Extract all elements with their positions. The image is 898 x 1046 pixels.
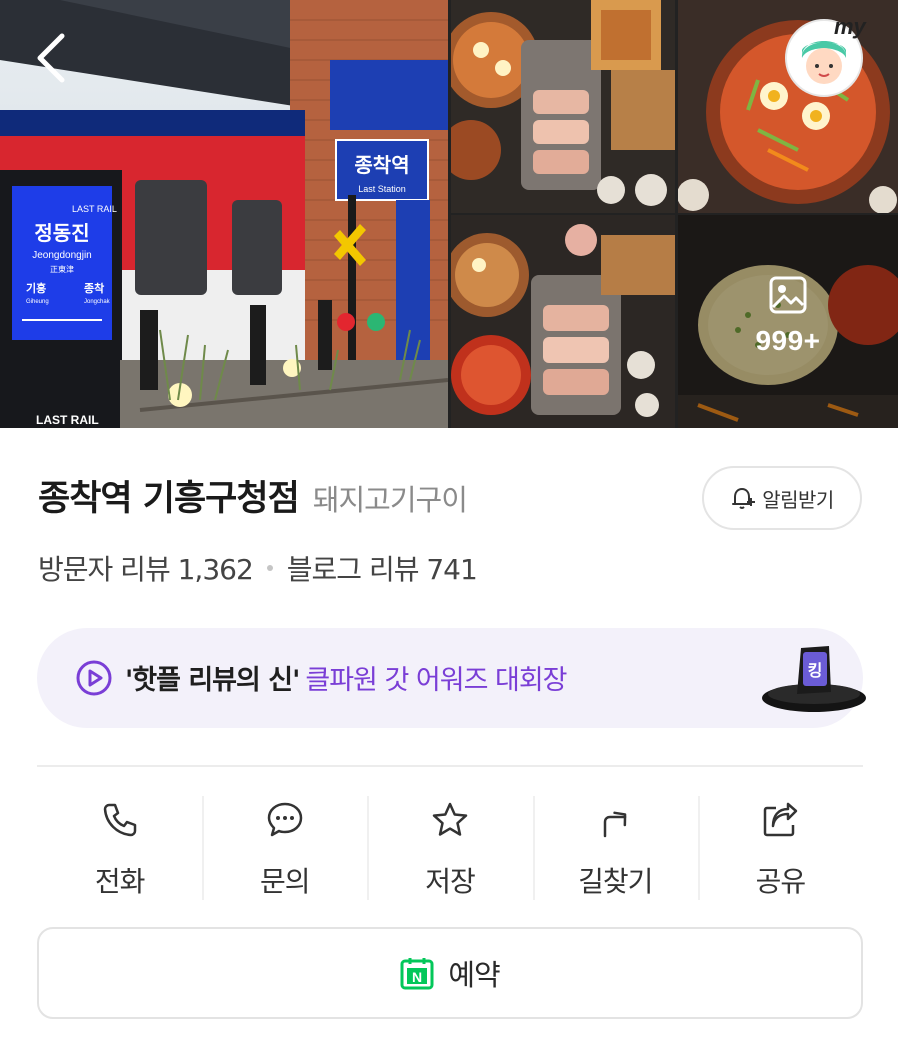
- save-button[interactable]: 저장: [367, 794, 532, 902]
- phone-icon: [103, 803, 136, 837]
- promo-strong-text: '핫플 리뷰의 신': [125, 665, 300, 696]
- my-badge-label: my: [834, 14, 866, 39]
- board-right: 종착: [84, 281, 104, 295]
- footer-brand: LAST RAIL: [36, 413, 99, 427]
- award-hat-icon: 킹: [762, 646, 866, 712]
- image-icon: [769, 276, 807, 314]
- directions-label: 길찾기: [578, 865, 653, 898]
- more-photos-indicator: 999+: [678, 275, 898, 357]
- call-button[interactable]: 전화: [37, 794, 202, 902]
- board-station-en: Jeongdongjin: [32, 250, 92, 261]
- visitor-review-link[interactable]: 방문자 리뷰 1,362: [38, 548, 254, 588]
- hat-glyph: 킹: [808, 661, 823, 680]
- promo-banner[interactable]: '핫플 리뷰의 신' 클파원 갓 어워즈 대회장 킹: [37, 628, 866, 728]
- action-bar: 전화 문의 저장 길찾기 공유: [37, 794, 863, 902]
- save-label: 저장: [425, 865, 476, 898]
- my-profile-button[interactable]: my: [782, 14, 866, 98]
- inquiry-label: 문의: [260, 865, 311, 898]
- naver-letter: N: [412, 969, 422, 985]
- blog-review-link[interactable]: 블로그 리뷰 741: [287, 548, 478, 588]
- share-button[interactable]: 공유: [697, 794, 863, 902]
- naver-calendar-icon: N: [400, 958, 434, 990]
- more-photos-count: 999+: [755, 325, 821, 356]
- back-button[interactable]: [28, 28, 76, 88]
- food-illustration: [451, 0, 675, 213]
- chat-bubble-icon: [267, 802, 303, 837]
- more-photos-tile[interactable]: 999+: [678, 215, 898, 428]
- inquiry-button[interactable]: 문의: [202, 794, 367, 902]
- board-left: 기흥: [26, 281, 46, 295]
- separator-dot: [266, 565, 273, 571]
- chevron-left-icon: [37, 33, 65, 83]
- board-station-hanja: 正東津: [50, 264, 74, 274]
- board-station: 정동진: [34, 221, 89, 245]
- notification-button-label: 알림받기: [762, 487, 834, 512]
- call-label: 전화: [94, 865, 146, 898]
- photo-gallery[interactable]: LAST RAIL 정동진 Jeongdongjin 正東津 기흥 Giheun…: [0, 0, 898, 428]
- place-category: 돼지고기구이: [312, 483, 468, 517]
- share-icon: [764, 802, 798, 837]
- star-icon: [432, 802, 468, 836]
- board-left-en: Giheung: [26, 299, 49, 305]
- directions-button[interactable]: 길찾기: [532, 794, 698, 902]
- notification-button[interactable]: 알림받기: [702, 466, 862, 530]
- bell-plus-icon: [732, 488, 756, 509]
- directions-icon: [603, 811, 627, 838]
- food-photo[interactable]: [451, 0, 675, 213]
- reserve-button[interactable]: N 예약: [37, 927, 863, 1019]
- promo-accent-text: 클파원 갓 어워즈 대회장: [305, 665, 567, 696]
- hanging-sign-sub: Last Station: [358, 184, 406, 194]
- promo-text: '핫플 리뷰의 신' 클파원 갓 어워즈 대회장: [125, 658, 568, 697]
- section-divider: [37, 765, 863, 767]
- share-label: 공유: [755, 865, 807, 898]
- play-circle-icon: [76, 660, 112, 696]
- food-illustration: [451, 215, 675, 428]
- place-header: 종착역 기흥구청점 돼지고기구이: [38, 470, 468, 521]
- reserve-label: 예약: [448, 958, 500, 992]
- hanging-sign-station: 종착역: [354, 153, 409, 177]
- board-right-en: Jongchak: [84, 299, 111, 305]
- place-name: 종착역 기흥구청점: [38, 479, 300, 519]
- review-summary: 방문자 리뷰 1,362 블로그 리뷰 741: [38, 548, 478, 588]
- board-brand: LAST RAIL: [72, 204, 117, 214]
- food-photo[interactable]: [451, 215, 675, 428]
